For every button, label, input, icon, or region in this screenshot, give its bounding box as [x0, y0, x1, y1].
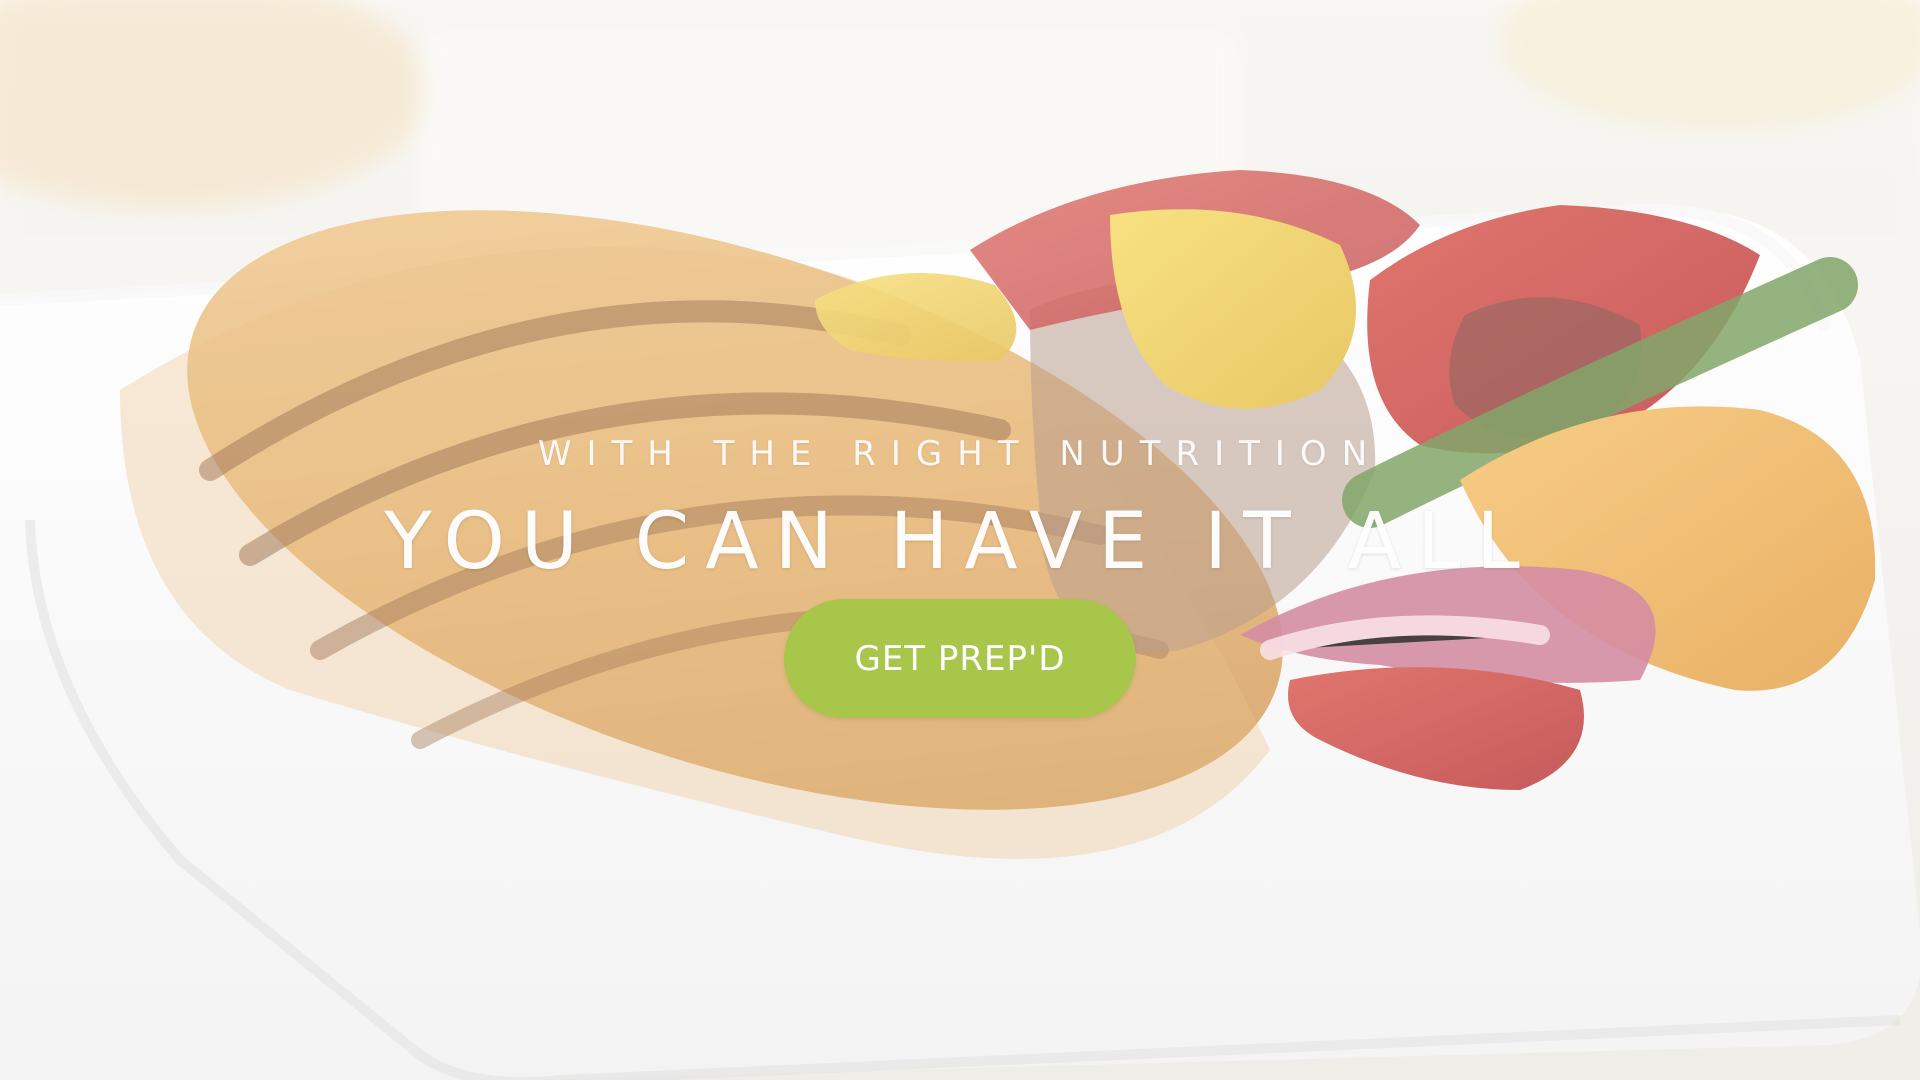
hero-kicker: WITH THE RIGHT NUTRITION	[537, 434, 1383, 474]
get-prepd-button[interactable]: GET PREP'D	[784, 599, 1136, 718]
hero-content: WITH THE RIGHT NUTRITION YOU CAN HAVE IT…	[0, 0, 1920, 1080]
hero-title: YOU CAN HAVE IT ALL	[384, 497, 1536, 587]
hero-section: WITH THE RIGHT NUTRITION YOU CAN HAVE IT…	[0, 0, 1920, 1080]
